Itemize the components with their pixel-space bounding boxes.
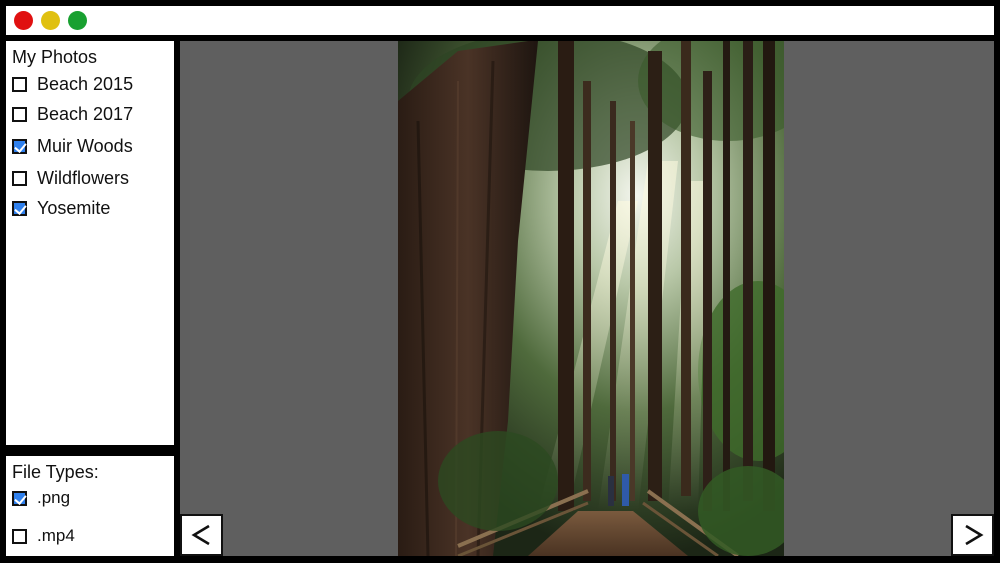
albums-panel: My Photos Beach 2015 Beach 2017 Muir Woo…: [6, 41, 174, 445]
close-window-button[interactable]: [14, 11, 33, 30]
maximize-window-button[interactable]: [68, 11, 87, 30]
app-window: My Photos Beach 2015 Beach 2017 Muir Woo…: [0, 0, 1000, 563]
file-type-label: .mp4: [37, 526, 75, 545]
album-label: Wildflowers: [37, 167, 130, 188]
previous-photo-button[interactable]: [180, 514, 223, 556]
checkbox-icon[interactable]: [12, 200, 27, 216]
album-label: Yosemite: [37, 197, 111, 218]
album-label: Beach 2015: [37, 73, 134, 94]
album-muir-woods[interactable]: Muir Woods: [12, 133, 133, 159]
albums-title: My Photos: [12, 47, 98, 67]
chevron-left-icon: [190, 524, 210, 546]
forest-photo-image: [398, 41, 784, 556]
title-bar: [6, 6, 994, 35]
album-label: Beach 2017: [37, 103, 134, 124]
checkbox-icon[interactable]: [12, 170, 27, 186]
album-beach-2015[interactable]: Beach 2015: [12, 71, 133, 97]
album-yosemite[interactable]: Yosemite: [12, 195, 110, 221]
file-types-title: File Types:: [12, 462, 99, 482]
checkbox-icon[interactable]: [12, 490, 27, 506]
forest-photo[interactable]: [398, 41, 784, 556]
checkbox-icon[interactable]: [12, 138, 27, 154]
file-type-png[interactable]: .png: [12, 485, 70, 511]
album-beach-2017[interactable]: Beach 2017: [12, 101, 133, 127]
album-label: Muir Woods: [37, 135, 133, 156]
minimize-window-button[interactable]: [41, 11, 60, 30]
chevron-right-icon: [964, 524, 984, 546]
file-type-mp4[interactable]: .mp4: [12, 523, 75, 549]
file-type-label: .png: [37, 488, 71, 507]
checkbox-icon[interactable]: [12, 76, 27, 92]
checkbox-icon[interactable]: [12, 106, 27, 122]
album-wildflowers[interactable]: Wildflowers: [12, 165, 129, 191]
checkbox-icon[interactable]: [12, 528, 27, 544]
photo-viewer: [180, 41, 994, 556]
file-types-panel: File Types: .png .mp4: [6, 456, 174, 556]
next-photo-button[interactable]: [951, 514, 994, 556]
